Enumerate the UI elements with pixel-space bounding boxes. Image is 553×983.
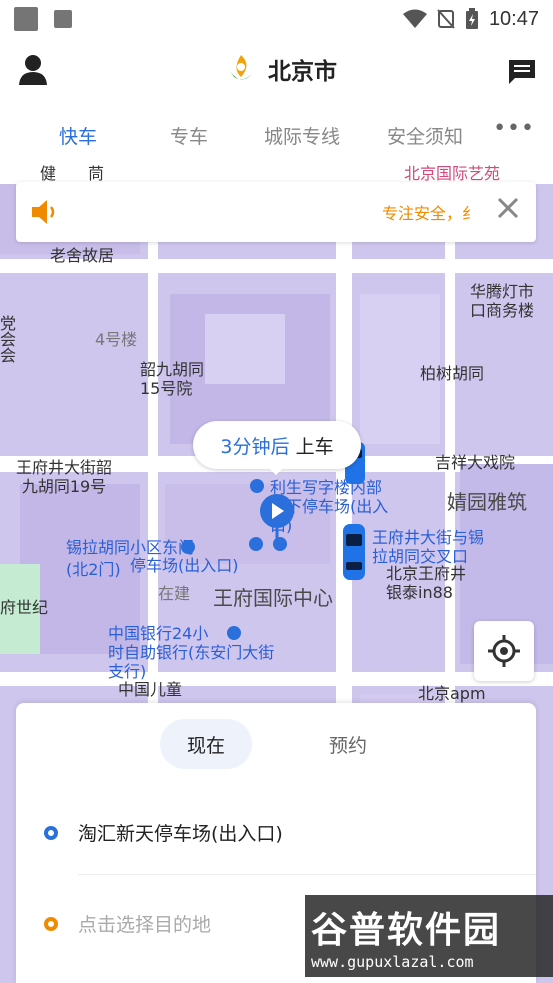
watermark: 谷普软件园 www.gupuxlazal.com [305,895,553,977]
status-bar: 10:47 [0,0,553,38]
destination-row[interactable]: 点击选择目的地 [44,910,211,937]
pickup-location: 淘汇新天停车场(出入口) [78,823,283,845]
service-tabs: 快车 专车 城际专线 安全须知 ••• [0,104,553,164]
safety-notice-bar[interactable]: 专注安全，纟 [16,182,536,242]
pickup-eta-bubble: 3分钟后 上车 [193,421,361,469]
tab-intercity[interactable]: 城际专线 [264,122,340,149]
battery-icon [465,8,478,29]
pickup-dot-icon [44,825,58,840]
tab-safety[interactable]: 安全须知 [387,122,463,149]
speaker-icon [32,200,55,224]
message-icon[interactable] [507,58,537,86]
city-selector[interactable]: 北京市 [226,52,337,86]
locate-icon [488,635,520,667]
close-icon[interactable] [496,196,520,220]
eta-text: 3分钟后 [220,435,290,458]
destination-dot-icon [44,916,58,931]
bubble-tail [268,467,284,475]
mode-now-tab[interactable]: 现在 [160,719,252,769]
app-header: 北京市 [0,38,553,104]
more-tabs-icon[interactable]: ••• [493,116,535,141]
pickup-location-row[interactable]: 淘汇新天停车场(出入口) [44,819,283,846]
user-icon[interactable] [18,54,48,86]
destination-placeholder: 点击选择目的地 [78,914,212,936]
wifi-icon [402,9,427,28]
city-name: 北京市 [268,59,337,85]
locate-button[interactable] [474,621,534,681]
status-time: 10:47 [488,7,539,30]
no-sim-icon [437,9,455,29]
tab-express[interactable]: 快车 [59,122,97,149]
eta-action: 上车 [295,435,334,458]
app-logo-icon [230,55,253,80]
divider [78,874,536,875]
notification-icon [14,7,38,31]
notice-text: 专注安全，纟 [382,204,479,223]
mode-booking-tab[interactable]: 预约 [302,719,394,769]
watermark-url: www.gupuxlazal.com [311,953,474,971]
tab-premium[interactable]: 专车 [170,122,208,149]
notification-icon [54,10,72,28]
watermark-title: 谷普软件园 [311,910,502,951]
